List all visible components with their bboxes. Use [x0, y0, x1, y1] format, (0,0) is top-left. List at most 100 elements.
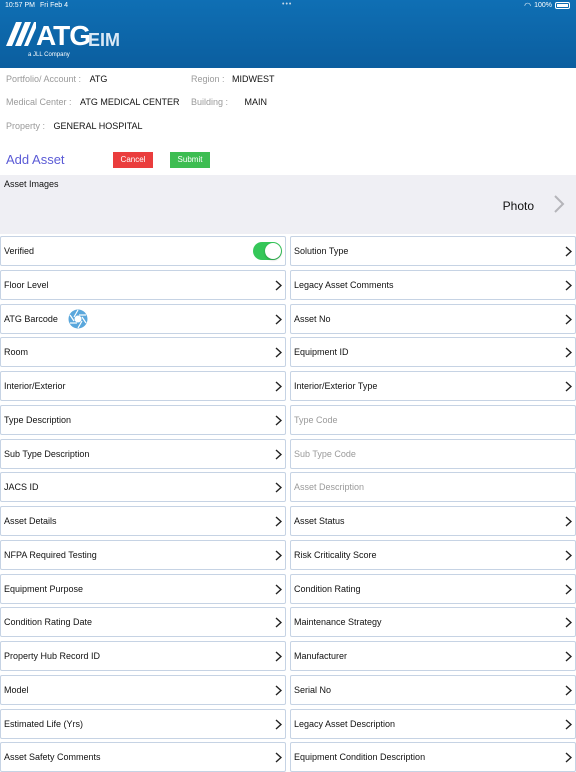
field-label: Condition Rating Date	[4, 617, 93, 628]
portfolio-label: Portfolio/ Account :	[6, 74, 82, 84]
field-placeholder: Type Code	[294, 414, 338, 425]
field-label: Asset Safety Comments	[4, 752, 101, 763]
chevron-right-icon[interactable]	[275, 516, 282, 527]
field-type-description[interactable]: Type Description	[0, 404, 286, 435]
field-floor-level[interactable]: Floor Level	[0, 269, 286, 300]
field-equipment-purpose[interactable]: Equipment Purpose	[0, 573, 286, 604]
field-label: Model	[4, 684, 29, 695]
field-legacy-asset-comments[interactable]: Legacy Asset Comments	[290, 269, 576, 300]
field-label: Sub Type Description	[4, 448, 90, 459]
field-label: Room	[4, 347, 29, 358]
field-label: Interior/Exterior	[4, 381, 66, 391]
field-asset-status[interactable]: Asset Status	[290, 506, 576, 536]
field-serial-no[interactable]: Serial No	[290, 674, 576, 705]
field-label: Solution Type	[294, 246, 349, 256]
field-type-code[interactable]: Type Code	[290, 404, 576, 435]
field-label: Legacy Asset Comments	[294, 279, 394, 290]
field-label: ATG Barcode	[4, 313, 58, 324]
chevron-right-icon[interactable]	[275, 617, 282, 628]
medical-center-label: Medical Center :	[6, 97, 72, 107]
chevron-right-icon[interactable]	[275, 482, 282, 493]
chevron-right-icon[interactable]	[275, 550, 282, 561]
chevron-right-icon[interactable]	[565, 583, 572, 595]
photo-label[interactable]: Photo	[503, 199, 534, 213]
field-estimated-life-yrs[interactable]: Estimated Life (Yrs)	[0, 708, 286, 739]
field-maintenance-strategy[interactable]: Maintenance Strategy	[290, 607, 576, 638]
field-label: Equipment ID	[294, 347, 349, 358]
field-sub-type-code[interactable]: Sub Type Code	[290, 438, 576, 469]
chevron-right-icon[interactable]	[275, 347, 282, 358]
field-label: Type Description	[4, 414, 72, 425]
field-asset-details[interactable]: Asset Details	[0, 506, 286, 536]
cancel-button[interactable]: Cancel	[113, 152, 153, 168]
field-label: Risk Criticality Score	[294, 549, 377, 560]
field-condition-rating[interactable]: Condition Rating	[290, 573, 576, 604]
wifi-icon: ◠	[524, 1, 532, 10]
chevron-right-icon[interactable]	[275, 313, 282, 325]
submit-button[interactable]: Submit	[170, 152, 210, 168]
field-sub-type-description[interactable]: Sub Type Description	[0, 438, 286, 469]
logo-mark-icon	[6, 22, 36, 46]
field-placeholder: Sub Type Code	[294, 448, 356, 459]
atg-eim-logo: ATG EIM a JLL Company	[6, 20, 136, 60]
field-risk-criticality-score[interactable]: Risk Criticality Score	[290, 539, 576, 570]
field-asset-description[interactable]: Asset Description	[290, 472, 576, 503]
chevron-right-icon[interactable]	[275, 718, 282, 730]
building-value: MAIN	[244, 97, 268, 107]
chevron-right-icon[interactable]	[275, 583, 282, 595]
field-manufacturer[interactable]: Manufacturer	[290, 641, 576, 671]
field-room[interactable]: Room	[0, 337, 286, 368]
chevron-right-icon[interactable]	[275, 448, 282, 460]
chevron-right-icon[interactable]	[275, 651, 282, 662]
chevron-right-icon[interactable]	[275, 685, 282, 696]
barcode-scan-icon[interactable]	[68, 309, 88, 329]
chevron-right-icon[interactable]	[565, 313, 572, 325]
chevron-right-icon[interactable]	[565, 516, 572, 527]
field-model[interactable]: Model	[0, 674, 286, 705]
logo-text: ATG	[36, 20, 91, 51]
field-interior-exterior-type[interactable]: Interior/Exterior Type	[290, 371, 576, 401]
field-solution-type[interactable]: Solution Type	[290, 236, 576, 266]
field-label: Equipment Purpose	[4, 583, 84, 594]
field-nfpa-required-testing[interactable]: NFPA Required Testing	[0, 539, 286, 570]
field-interior-exterior[interactable]: Interior/Exterior	[0, 371, 286, 401]
chevron-right-icon[interactable]	[552, 194, 566, 214]
field-label: Asset Status	[294, 516, 345, 526]
field-condition-rating-date[interactable]: Condition Rating Date	[0, 607, 286, 638]
battery-percentage: 100%	[534, 2, 552, 9]
field-label: NFPA Required Testing	[4, 549, 97, 560]
asset-images-label: Asset Images	[4, 179, 59, 189]
field-label: JACS ID	[4, 482, 39, 493]
chevron-right-icon[interactable]	[275, 752, 282, 763]
region-label: Region :	[191, 74, 225, 84]
chevron-right-icon[interactable]	[565, 347, 572, 358]
field-label: Estimated Life (Yrs)	[4, 718, 84, 729]
status-indicators: ◠ 100%	[524, 1, 570, 10]
chevron-right-icon[interactable]	[565, 685, 572, 696]
chevron-right-icon[interactable]	[565, 280, 572, 291]
field-atg-barcode[interactable]: ATG Barcode	[0, 303, 286, 334]
multitasking-dots-icon[interactable]: •••	[282, 1, 292, 8]
chevron-right-icon[interactable]	[565, 550, 572, 561]
chevron-right-icon[interactable]	[565, 246, 572, 257]
field-verified[interactable]: Verified	[0, 236, 286, 266]
chevron-right-icon[interactable]	[275, 280, 282, 291]
chevron-right-icon[interactable]	[275, 415, 282, 426]
field-property-hub-record-id[interactable]: Property Hub Record ID	[0, 641, 286, 671]
property-label: Property :	[6, 121, 46, 131]
field-jacs-id[interactable]: JACS ID	[0, 472, 286, 503]
chevron-right-icon[interactable]	[565, 752, 572, 763]
chevron-right-icon[interactable]	[565, 718, 572, 730]
status-date: Fri Feb 4	[40, 2, 69, 9]
verified-toggle[interactable]	[253, 242, 282, 260]
field-asset-no[interactable]: Asset No	[290, 303, 576, 334]
chevron-right-icon[interactable]	[275, 381, 282, 392]
app-header: 10:57 PM Fri Feb 4 ••• ◠ 100% ATG EIM a …	[0, 0, 576, 68]
chevron-right-icon[interactable]	[565, 651, 572, 662]
field-label: Legacy Asset Description	[294, 718, 396, 729]
chevron-right-icon[interactable]	[565, 381, 572, 392]
asset-images-panel[interactable]: Asset Images Photo	[0, 175, 576, 234]
field-equipment-id[interactable]: Equipment ID	[290, 337, 576, 368]
chevron-right-icon[interactable]	[565, 617, 572, 628]
field-legacy-asset-description[interactable]: Legacy Asset Description	[290, 708, 576, 739]
